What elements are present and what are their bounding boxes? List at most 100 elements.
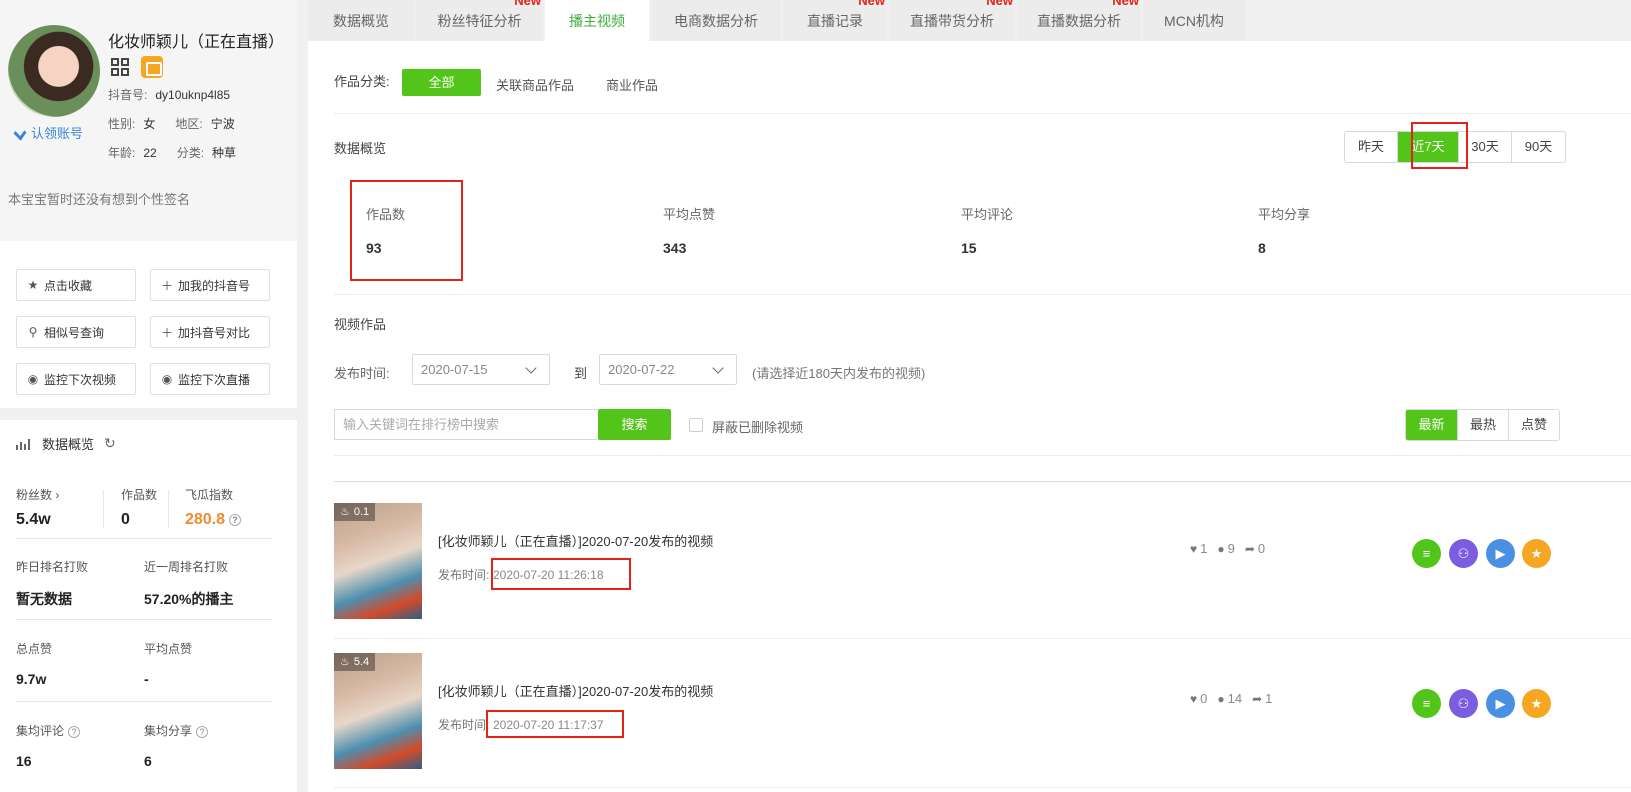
audience-icon[interactable]: ⚇ [1449,689,1478,718]
shop-icon[interactable] [141,56,163,78]
range-7days[interactable]: 近7天 [1397,132,1458,162]
stat-label: 作品数 [366,207,406,222]
week-rank-value: 57.20%的播主 [144,591,234,607]
video-title[interactable]: [化妆师颖儿（正在直播）]2020-07-20发布的视频 [438,681,713,700]
video-title[interactable]: [化妆师颖儿（正在直播）]2020-07-20发布的视频 [438,531,713,550]
works-value: 0 [121,511,130,528]
video-time-row: 发布时间: 2020-07-20 11:17:37 [438,716,604,733]
category-label: 分类: [176,146,205,160]
overview-header: 数据概览 ↻ [16,434,116,453]
yesterday-rank-stat: 昨日排名打败 暂无数据 [16,558,88,609]
help-icon[interactable]: ? [196,725,209,738]
add-my-account-button[interactable]: ＋ 加我的抖音号 [150,269,270,301]
star-icon[interactable]: ★ [1522,539,1551,568]
new-badge: New [514,0,541,8]
video-thumbnail[interactable]: ♨ 5.4 [334,653,422,769]
videos-section-title: 视频作品 [334,317,387,332]
range-90days[interactable]: 90天 [1511,132,1565,162]
new-badge: New [986,0,1013,8]
category-commercial[interactable]: 商业作品 [606,75,658,94]
action-buttons: ★ 点击收藏 ＋ 加我的抖音号 ⚲ 相似号查询 ＋ 加抖音号对比 ◉ 监控下次视频 ◉ 监控… [16,269,276,395]
fans-value: 5.4w [16,511,51,528]
date-range-toggle: 昨天 近7天 30天 90天 [1344,131,1566,163]
douyin-id-value: dy10uknp4l85 [155,88,231,102]
search-button[interactable]: 搜索 [598,409,671,440]
category-all-button[interactable]: 全部 [402,69,481,96]
add-compare-button[interactable]: ＋ 加抖音号对比 [150,316,270,348]
date-to-select[interactable]: 2020-07-22 [599,354,737,385]
yesterday-rank-label: 昨日排名打败 [16,560,89,574]
tab-live-records[interactable]: 直播记录 New [783,0,887,41]
hide-deleted-checkbox[interactable] [689,418,703,432]
stat-value: 15 [961,240,977,256]
heat-badge: ♨ 5.4 [334,653,376,671]
search-icon: ⚲ [28,325,38,339]
video-thumbnail[interactable]: ♨ 0.1 [334,503,422,619]
to-label: 到 [574,366,588,381]
tab-live-data[interactable]: 直播数据分析 New [1017,0,1141,41]
avatar [8,25,100,117]
stat-value: 343 [663,240,687,256]
divider [334,481,1631,482]
region-label: 地区: [175,117,203,131]
claim-account-link[interactable]: 认领账号 [13,123,83,142]
region-value: 宁波 [210,117,235,131]
play-icon[interactable]: ▶ [1486,689,1515,718]
works-label: 作品数 [121,488,158,502]
divider [334,294,1631,295]
sort-hottest[interactable]: 最热 [1457,410,1508,440]
plus-icon: ＋ [161,325,174,340]
stat-value: 8 [1258,240,1266,256]
similar-search-button[interactable]: ⚲ 相似号查询 [16,316,136,348]
tab-fans-analysis[interactable]: 粉丝特征分析 New [416,0,543,41]
stat-avg-shares: 平均分享 8 [1258,204,1310,256]
tab-ecommerce[interactable]: 电商数据分析 [651,0,781,41]
monitor-next-video-button[interactable]: ◉ 监控下次视频 [16,363,136,395]
divider [16,619,272,620]
play-icon[interactable]: ▶ [1486,539,1515,568]
help-icon[interactable]: ? [68,725,81,738]
monitor-next-live-button[interactable]: ◉ 监控下次直播 [150,363,270,395]
video-stats: ♥ 1 ● 9 ➦ 0 [1190,541,1265,556]
favorite-button[interactable]: ★ 点击收藏 [16,269,136,301]
gender-value: 女 [143,117,156,131]
tab-overview[interactable]: 数据概览 [308,0,414,41]
total-likes-value: 9.7w [16,671,47,687]
yesterday-rank-value: 暂无数据 [16,591,72,607]
stat-works: 作品数 93 [366,204,405,256]
eye-icon: ◉ [27,372,39,386]
similar-search-label: 相似号查询 [44,325,105,340]
date-from-select[interactable]: 2020-07-15 [412,354,550,385]
help-icon[interactable]: ? [229,513,242,526]
sort-newest[interactable]: 最新 [1406,410,1457,440]
search-input[interactable] [334,409,598,440]
qr-code-icon[interactable] [111,58,129,76]
divider [334,455,1631,456]
divider [334,113,1631,114]
tab-label: 直播带货分析 [910,13,994,29]
range-30days[interactable]: 30天 [1458,132,1511,162]
refresh-icon[interactable]: ↻ [104,435,116,452]
profile-card: 认领账号 化妆师颖儿（正在直播） 抖音号: dy10uknp4l85 性别: 女 地区… [0,0,297,241]
detail-list-icon[interactable]: ≡ [1412,689,1441,718]
age-label: 年龄: [108,146,136,160]
week-rank-stat: 近一周排名打败 57.20%的播主 [144,558,233,609]
category-linked-products[interactable]: 关联商品作品 [496,75,574,94]
tab-live-sales[interactable]: 直播带货分析 New [889,0,1015,41]
main-panel: 作品分类: 全部 关联商品作品 商业作品 数据概览 昨天 近7天 30天 90天… [308,41,1631,792]
chevron-right-icon: › [55,488,60,502]
feigua-stat: 飞瓜指数 280.8? [185,486,242,529]
star-icon[interactable]: ★ [1522,689,1551,718]
audience-icon[interactable]: ⚇ [1449,539,1478,568]
plus-icon: ＋ [161,278,174,293]
divider [16,701,272,702]
fans-stat[interactable]: 粉丝数 › 5.4w [16,486,59,529]
chart-icon [16,438,32,450]
detail-list-icon[interactable]: ≡ [1412,539,1441,568]
tab-mcn[interactable]: MCN机构 [1143,0,1245,41]
sort-likes[interactable]: 点赞 [1508,410,1559,440]
tab-videos[interactable]: 播主视频 [545,0,649,41]
range-yesterday[interactable]: 昨天 [1345,132,1397,162]
chevron-down-icon [525,362,537,374]
age-category-row: 年龄: 22 分类: 种草 [108,144,236,161]
